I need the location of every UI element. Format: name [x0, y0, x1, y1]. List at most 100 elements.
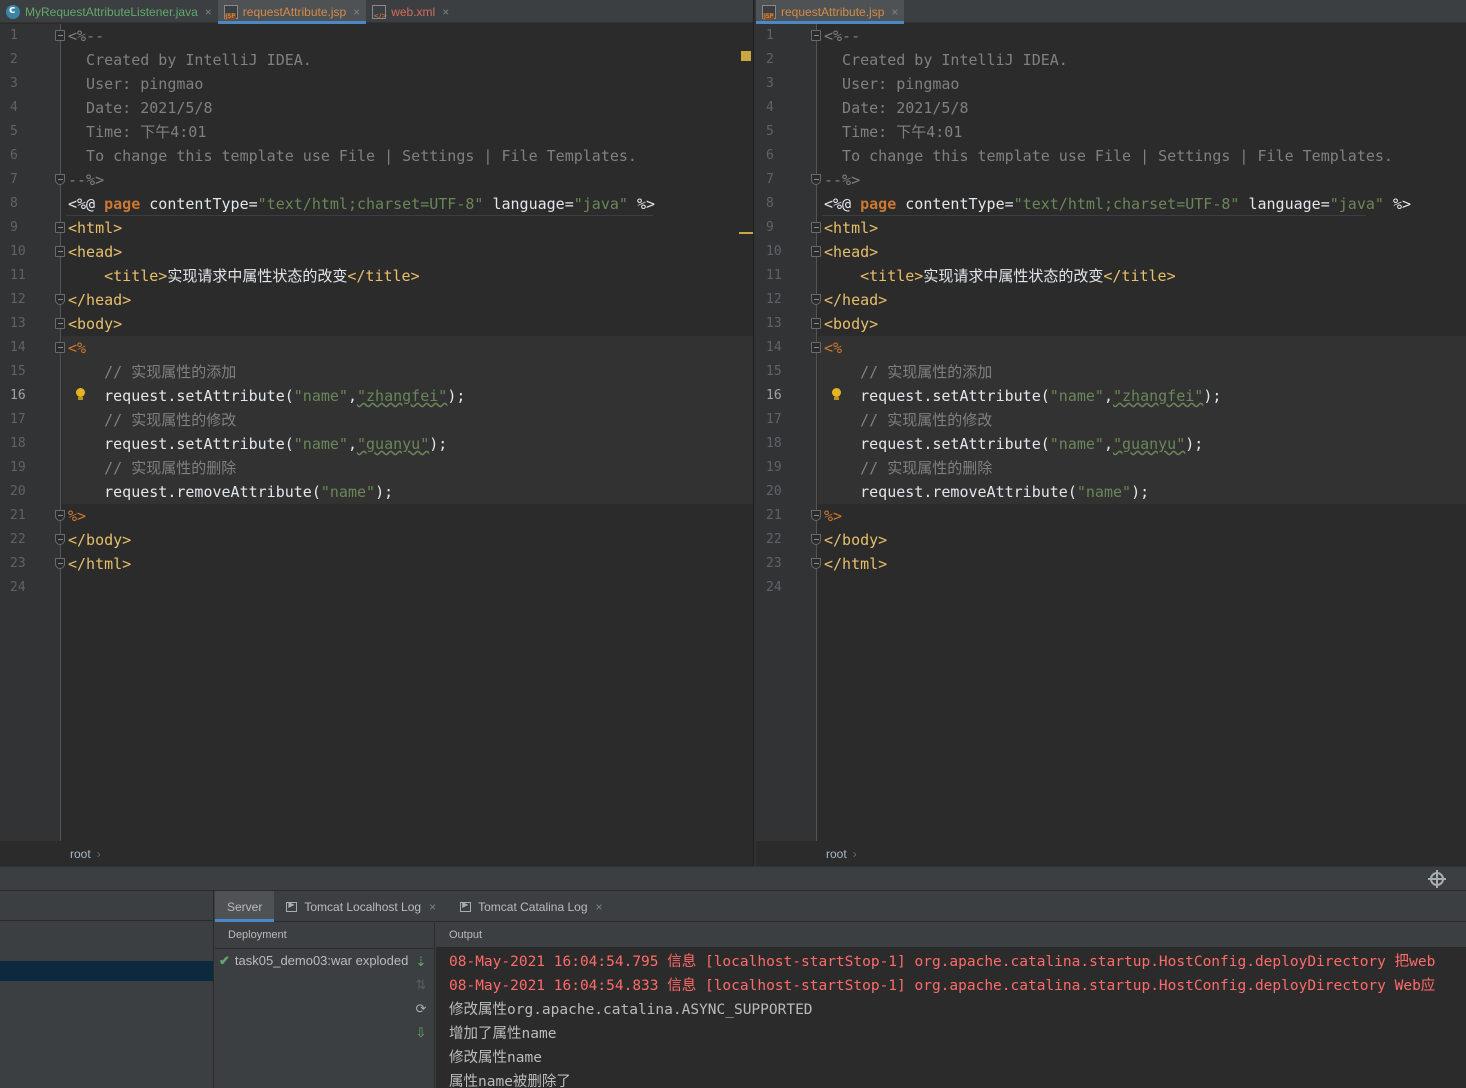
code-line[interactable]: 15 // 实现属性的添加: [756, 360, 1466, 384]
refresh-icon[interactable]: ⟳: [414, 1002, 428, 1016]
code-line[interactable]: 23 </html>: [0, 552, 753, 576]
java-class-icon: [6, 3, 20, 19]
close-icon[interactable]: ×: [891, 5, 898, 19]
code-line[interactable]: 22 </body>: [0, 528, 753, 552]
code-line[interactable]: 16 request.setAttribute("name","zhangfei…: [0, 384, 753, 408]
code-line[interactable]: 23 </html>: [756, 552, 1466, 576]
code-line[interactable]: 14 <%: [0, 336, 753, 360]
code-line[interactable]: 7 --%>: [0, 168, 753, 192]
tab-web-xml[interactable]: web.xml ×: [366, 0, 455, 23]
output-console[interactable]: Output 08-May-2021 16:04:54.795 信息 [loca…: [436, 923, 1466, 1088]
code-line[interactable]: 2 Created by IntelliJ IDEA.: [756, 48, 1466, 72]
code-token: "zhangfei": [357, 387, 448, 405]
code-line[interactable]: 20 request.removeAttribute("name");: [756, 480, 1466, 504]
close-icon[interactable]: ×: [442, 5, 449, 19]
fold-icon[interactable]: [55, 318, 65, 329]
code-line[interactable]: 10 <head>: [756, 240, 1466, 264]
code-line[interactable]: 5 Time: 下午4:01: [0, 120, 753, 144]
fold-icon[interactable]: [55, 342, 65, 353]
tab-request-attribute-jsp[interactable]: requestAttribute.jsp ×: [217, 0, 367, 24]
code-line[interactable]: 4 Date: 2021/5/8: [0, 96, 753, 120]
deployment-item[interactable]: ✔ task05_demo03:war exploded: [219, 953, 409, 969]
code-line[interactable]: 11 <title>实现请求中属性状态的改变</title>: [0, 264, 753, 288]
fold-icon[interactable]: [811, 246, 821, 257]
code-line[interactable]: 19 // 实现属性的删除: [756, 456, 1466, 480]
fold-icon[interactable]: [811, 318, 821, 329]
code-line[interactable]: 11 <title>实现请求中属性状态的改变</title>: [756, 264, 1466, 288]
code-line[interactable]: 12 </head>: [756, 288, 1466, 312]
fold-end-icon[interactable]: [55, 294, 65, 305]
breadcrumb-item[interactable]: root ›: [826, 847, 857, 861]
code-line[interactable]: 10 <head>: [0, 240, 753, 264]
output-header: Output: [449, 929, 483, 941]
breadcrumb-item[interactable]: root ›: [70, 847, 101, 861]
code-line[interactable]: 8 <%@ page contentType="text/html;charset…: [0, 192, 753, 216]
fold-icon[interactable]: [811, 342, 821, 353]
fold-icon[interactable]: [811, 30, 821, 41]
code-token: "java": [573, 195, 628, 213]
code-line[interactable]: 24: [756, 576, 1466, 600]
code-line[interactable]: 2 Created by IntelliJ IDEA.: [0, 48, 753, 72]
fold-end-icon[interactable]: [55, 558, 65, 569]
close-icon[interactable]: ×: [353, 5, 360, 19]
fold-icon[interactable]: [55, 246, 65, 257]
close-icon[interactable]: ×: [205, 5, 212, 19]
deploy-icon[interactable]: ⇣: [414, 955, 428, 969]
fold-end-icon[interactable]: [811, 534, 821, 545]
code-line[interactable]: 22 </body>: [756, 528, 1466, 552]
code-line[interactable]: 13 <body>: [756, 312, 1466, 336]
code-line[interactable]: 3 User: pingmao: [756, 72, 1466, 96]
code-line[interactable]: 1 <%--: [756, 24, 1466, 48]
fold-end-icon[interactable]: [811, 558, 821, 569]
undeploy-icon[interactable]: ⇅: [414, 978, 428, 992]
redeploy-icon[interactable]: ⇩: [414, 1026, 428, 1040]
line-number: 1: [766, 28, 774, 43]
code-line[interactable]: 18 request.setAttribute("name","guanyu")…: [0, 432, 753, 456]
code-line[interactable]: 6 To change this template use File | Set…: [0, 144, 753, 168]
code-line[interactable]: 19 // 实现属性的删除: [0, 456, 753, 480]
code-line[interactable]: 21 %>: [756, 504, 1466, 528]
code-line[interactable]: 9 <html>: [756, 216, 1466, 240]
fold-end-icon[interactable]: [55, 174, 65, 185]
tab-server[interactable]: Server: [215, 891, 275, 922]
code-line[interactable]: 16 request.setAttribute("name","zhangfei…: [756, 384, 1466, 408]
code-line[interactable]: 4 Date: 2021/5/8: [756, 96, 1466, 120]
close-icon[interactable]: ×: [596, 900, 603, 914]
fold-end-icon[interactable]: [811, 294, 821, 305]
code-line[interactable]: 17 // 实现属性的修改: [0, 408, 753, 432]
code-line[interactable]: 8 <%@ page contentType="text/html;charset…: [756, 192, 1466, 216]
code-editor[interactable]: 1 <%-- 2 Created by IntelliJ IDEA. 3 User: …: [756, 24, 1466, 841]
code-line[interactable]: 17 // 实现属性的修改: [756, 408, 1466, 432]
tab-my-request-attribute-listener[interactable]: MyRequestAttributeListener.java ×: [0, 0, 218, 23]
code-line[interactable]: 15 // 实现属性的添加: [0, 360, 753, 384]
fold-icon[interactable]: [55, 222, 65, 233]
crosshair-icon[interactable]: [1428, 870, 1446, 888]
code-line[interactable]: 6 To change this template use File | Set…: [756, 144, 1466, 168]
fold-end-icon[interactable]: [811, 174, 821, 185]
warning-marker-icon[interactable]: [741, 51, 751, 61]
fold-end-icon[interactable]: [55, 510, 65, 521]
code-line[interactable]: 20 request.removeAttribute("name");: [0, 480, 753, 504]
code-line[interactable]: 5 Time: 下午4:01: [756, 120, 1466, 144]
fold-icon[interactable]: [811, 222, 821, 233]
code-line[interactable]: 21 %>: [0, 504, 753, 528]
code-line[interactable]: 18 request.setAttribute("name","guanyu")…: [756, 432, 1466, 456]
close-icon[interactable]: ×: [429, 900, 436, 914]
tab-tomcat-catalina-log[interactable]: Tomcat Catalina Log ×: [448, 891, 614, 922]
code-line[interactable]: 14 <%: [756, 336, 1466, 360]
code-line[interactable]: 3 User: pingmao: [0, 72, 753, 96]
code-line[interactable]: 1 <%--: [0, 24, 753, 48]
code-line[interactable]: 7 --%>: [756, 168, 1466, 192]
tab-tomcat-localhost-log[interactable]: Tomcat Localhost Log ×: [274, 891, 448, 922]
fold-end-icon[interactable]: [55, 534, 65, 545]
code-line[interactable]: 12 </head>: [0, 288, 753, 312]
selected-tree-row[interactable]: [0, 961, 213, 981]
code-line[interactable]: 24: [0, 576, 753, 600]
tab-request-attribute-jsp[interactable]: requestAttribute.jsp ×: [756, 0, 905, 24]
code-line[interactable]: 13 <body>: [0, 312, 753, 336]
code-line[interactable]: 9 <html>: [0, 216, 753, 240]
fold-end-icon[interactable]: [811, 510, 821, 521]
output-line: 修改属性name: [449, 1050, 542, 1066]
fold-icon[interactable]: [55, 30, 65, 41]
code-editor[interactable]: 1 <%-- 2 Created by IntelliJ IDEA. 3 User: …: [0, 24, 753, 841]
